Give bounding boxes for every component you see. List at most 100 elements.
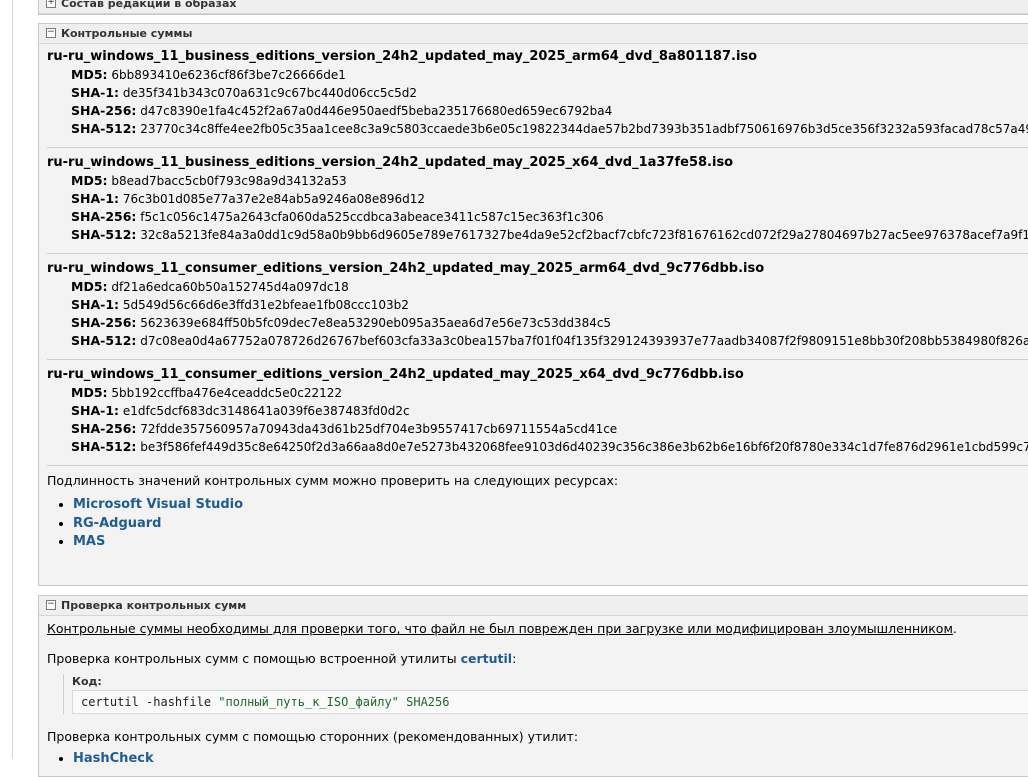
checksum-file-block: ru-ru_windows_11_business_editions_versi… (47, 154, 1028, 254)
checksum-file-list: ru-ru_windows_11_business_editions_versi… (47, 48, 1028, 466)
hash-row-sha512: SHA-512: 23770c34c8ffe4ee2fb05c35aa1cee8… (47, 120, 1028, 138)
checksum-file-block: ru-ru_windows_11_consumer_editions_versi… (47, 366, 1028, 466)
hash-label-md5: MD5: (71, 173, 108, 188)
hash-value-sha512: 32c8a5213fe84a3a0dd1c9d58a0b9bb6d9605e78… (140, 228, 1028, 242)
thirdparty-list: HashCheck (47, 750, 1028, 769)
code-argument: "полный_путь_к_ISO_файлу" (218, 695, 399, 709)
checksum-file-block: ru-ru_windows_11_business_editions_versi… (47, 48, 1028, 148)
collapse-icon[interactable]: − (46, 28, 56, 38)
list-item: MAS (73, 533, 1028, 552)
hash-value-sha1: 76c3b01d085e77a37e2e84ab5a9246a08e896d12 (122, 192, 426, 206)
hash-row-md5: MD5: 5bb192ccffba476e4ceaddc5e0c22122 (47, 384, 1028, 402)
code-command: certutil -hashfile (81, 695, 219, 709)
hash-label-sha512: SHA-512: (71, 121, 137, 136)
code-tail: SHA256 (398, 695, 450, 709)
hash-row-sha1: SHA-1: de35f341b343c070a631c9c67bc440d06… (47, 84, 1028, 102)
hash-value-md5: 6bb893410e6236cf86f3be7c26666de1 (111, 68, 346, 82)
hash-row-sha256: SHA-256: 72fdde357560957a70943da43d61b25… (47, 420, 1028, 438)
iso-file-name: ru-ru_windows_11_business_editions_versi… (47, 49, 758, 64)
hash-label-sha1: SHA-1: (71, 297, 120, 312)
separator (47, 359, 1028, 360)
hash-value-sha1: e1dfc5dcf683dc3148641a039f6e387483fd0d2c (122, 404, 410, 418)
spoiler-verify-title: Проверка контрольных сумм (61, 599, 247, 612)
spoiler-checksums-header[interactable]: − Контрольные суммы (39, 24, 1028, 44)
hash-row-sha1: SHA-1: 76c3b01d085e77a37e2e84ab5a9246a08… (47, 190, 1028, 208)
spoiler-verify-header[interactable]: − Проверка контрольных сумм (39, 596, 1028, 616)
hash-row-sha512: SHA-512: d7c08ea0d4a67752a078726d26767be… (47, 332, 1028, 350)
hash-row-sha512: SHA-512: 32c8a5213fe84a3a0dd1c9d58a0b9bb… (47, 226, 1028, 244)
hash-value-sha256: f5c1c056c1475a2643cfa060da525ccdbca3abea… (140, 210, 604, 224)
verify-sources-note: Подлинность значений контрольных сумм мо… (47, 473, 619, 488)
list-item: HashCheck (73, 750, 1028, 769)
hash-row-sha256: SHA-256: 5623639e684ff50b5fc09dec7e8ea53… (47, 314, 1028, 332)
hash-label-sha256: SHA-256: (71, 209, 137, 224)
hash-row-md5: MD5: 6bb893410e6236cf86f3be7c26666de1 (47, 66, 1028, 84)
code-block: Код: certutil -hashfile "полный_путь_к_I… (63, 674, 1028, 714)
spoiler-editions-title: Состав редакции в образах (61, 0, 237, 10)
checksums-body: ru-ru_windows_11_business_editions_versi… (39, 44, 1028, 552)
hash-row-sha256: SHA-256: d47c8390e1fa4c452f2a67a0d446e95… (47, 102, 1028, 120)
hash-value-sha256: d47c8390e1fa4c452f2a67a0d446e950aedf5beb… (140, 104, 613, 118)
separator (47, 465, 1028, 466)
hash-label-sha1: SHA-1: (71, 191, 120, 206)
spoiler-verify: − Проверка контрольных сумм Контрольные … (38, 595, 1028, 777)
certutil-link[interactable]: certutil (461, 651, 512, 666)
iso-file-name: ru-ru_windows_11_business_editions_versi… (47, 155, 734, 170)
hash-label-sha512: SHA-512: (71, 227, 137, 242)
hash-value-md5: b8ead7bacc5cb0f793c98a9d34132a53 (111, 174, 347, 188)
hash-label-sha512: SHA-512: (71, 333, 137, 348)
verify-body: Контрольные суммы необходимы для проверк… (39, 616, 1028, 769)
hash-row-sha512: SHA-512: be3f586fef449d35c8e64250f2d3a66… (47, 438, 1028, 456)
separator (47, 147, 1028, 148)
hash-label-sha1: SHA-1: (71, 403, 120, 418)
link-microsoft-visual-studio[interactable]: Microsoft Visual Studio (73, 497, 243, 512)
hash-value-sha1: de35f341b343c070a631c9c67bc440d06cc5c5d2 (122, 86, 417, 100)
hash-value-sha256: 5623639e684ff50b5fc09dec7e8ea53290eb095a… (140, 316, 612, 330)
hash-label-sha256: SHA-256: (71, 103, 137, 118)
hash-row-md5: MD5: b8ead7bacc5cb0f793c98a9d34132a53 (47, 172, 1028, 190)
thirdparty-utilities-text: Проверка контрольных сумм с помощью стор… (47, 729, 579, 744)
hash-row-sha1: SHA-1: 5d549d56c66d6e3ffd31e2bfeae1fb08c… (47, 296, 1028, 314)
hash-value-sha256: 72fdde357560957a70943da43d61b25df704e3b9… (140, 422, 618, 436)
hash-value-sha512: d7c08ea0d4a67752a078726d26767bef603cfa33… (140, 334, 1028, 348)
expand-icon[interactable]: + (46, 0, 56, 8)
hash-label-sha256: SHA-256: (71, 315, 137, 330)
spoiler-editions: + Состав редакции в образах (38, 0, 1028, 15)
hash-row-md5: MD5: df21a6edca60b50a152745d4a097dc18 (47, 278, 1028, 296)
checksum-file-block: ru-ru_windows_11_consumer_editions_versi… (47, 260, 1028, 360)
hash-value-sha512: be3f586fef449d35c8e64250f2d3a66aa8d0e7e5… (140, 440, 1028, 454)
hash-label-md5: MD5: (71, 67, 108, 82)
hash-value-md5: df21a6edca60b50a152745d4a097dc18 (111, 280, 349, 294)
hash-row-sha256: SHA-256: f5c1c056c1475a2643cfa060da525cc… (47, 208, 1028, 226)
collapse-icon[interactable]: − (46, 600, 56, 610)
hash-label-sha256: SHA-256: (71, 421, 137, 436)
builtin-text: Проверка контрольных сумм с помощью встр… (47, 651, 461, 666)
hash-label-md5: MD5: (71, 279, 108, 294)
builtin-end: : (512, 651, 517, 666)
iso-file-name: ru-ru_windows_11_consumer_editions_versi… (47, 367, 744, 382)
list-item: Microsoft Visual Studio (73, 496, 1028, 515)
verify-sources-list: Microsoft Visual Studio RG-Adguard MAS (47, 496, 1028, 552)
builtin-utility-text: Проверка контрольных сумм с помощью встр… (47, 650, 1028, 668)
code-label: Код: (72, 675, 102, 688)
page-left-gutter (0, 0, 13, 759)
link-mas[interactable]: MAS (73, 534, 105, 549)
spoiler-checksums-title: Контрольные суммы (61, 27, 193, 40)
spoiler-editions-header[interactable]: + Состав редакции в образах (39, 0, 1028, 14)
hash-row-sha1: SHA-1: e1dfc5dcf683dc3148641a039f6e38748… (47, 402, 1028, 420)
verify-intro-text: Контрольные суммы необходимы для проверк… (47, 621, 953, 636)
hash-label-sha512: SHA-512: (71, 439, 137, 454)
code-line[interactable]: certutil -hashfile "полный_путь_к_ISO_фа… (72, 690, 1028, 714)
separator (47, 253, 1028, 254)
iso-file-name: ru-ru_windows_11_consumer_editions_versi… (47, 261, 765, 276)
hash-label-md5: MD5: (71, 385, 108, 400)
verify-intro: Контрольные суммы необходимы для проверк… (47, 620, 1028, 638)
hash-value-sha1: 5d549d56c66d6e3ffd31e2bfeae1fb08ccc103b2 (122, 298, 409, 312)
spoiler-checksums: − Контрольные суммы ru-ru_windows_11_bus… (38, 23, 1028, 586)
hash-label-sha1: SHA-1: (71, 85, 120, 100)
hash-value-sha512: 23770c34c8ffe4ee2fb05c35aa1cee8c3a9c5803… (140, 122, 1028, 136)
verify-intro-end: . (952, 621, 957, 636)
link-rg-adguard[interactable]: RG-Adguard (73, 516, 162, 531)
hash-value-md5: 5bb192ccffba476e4ceaddc5e0c22122 (111, 386, 343, 400)
list-item: RG-Adguard (73, 515, 1028, 534)
